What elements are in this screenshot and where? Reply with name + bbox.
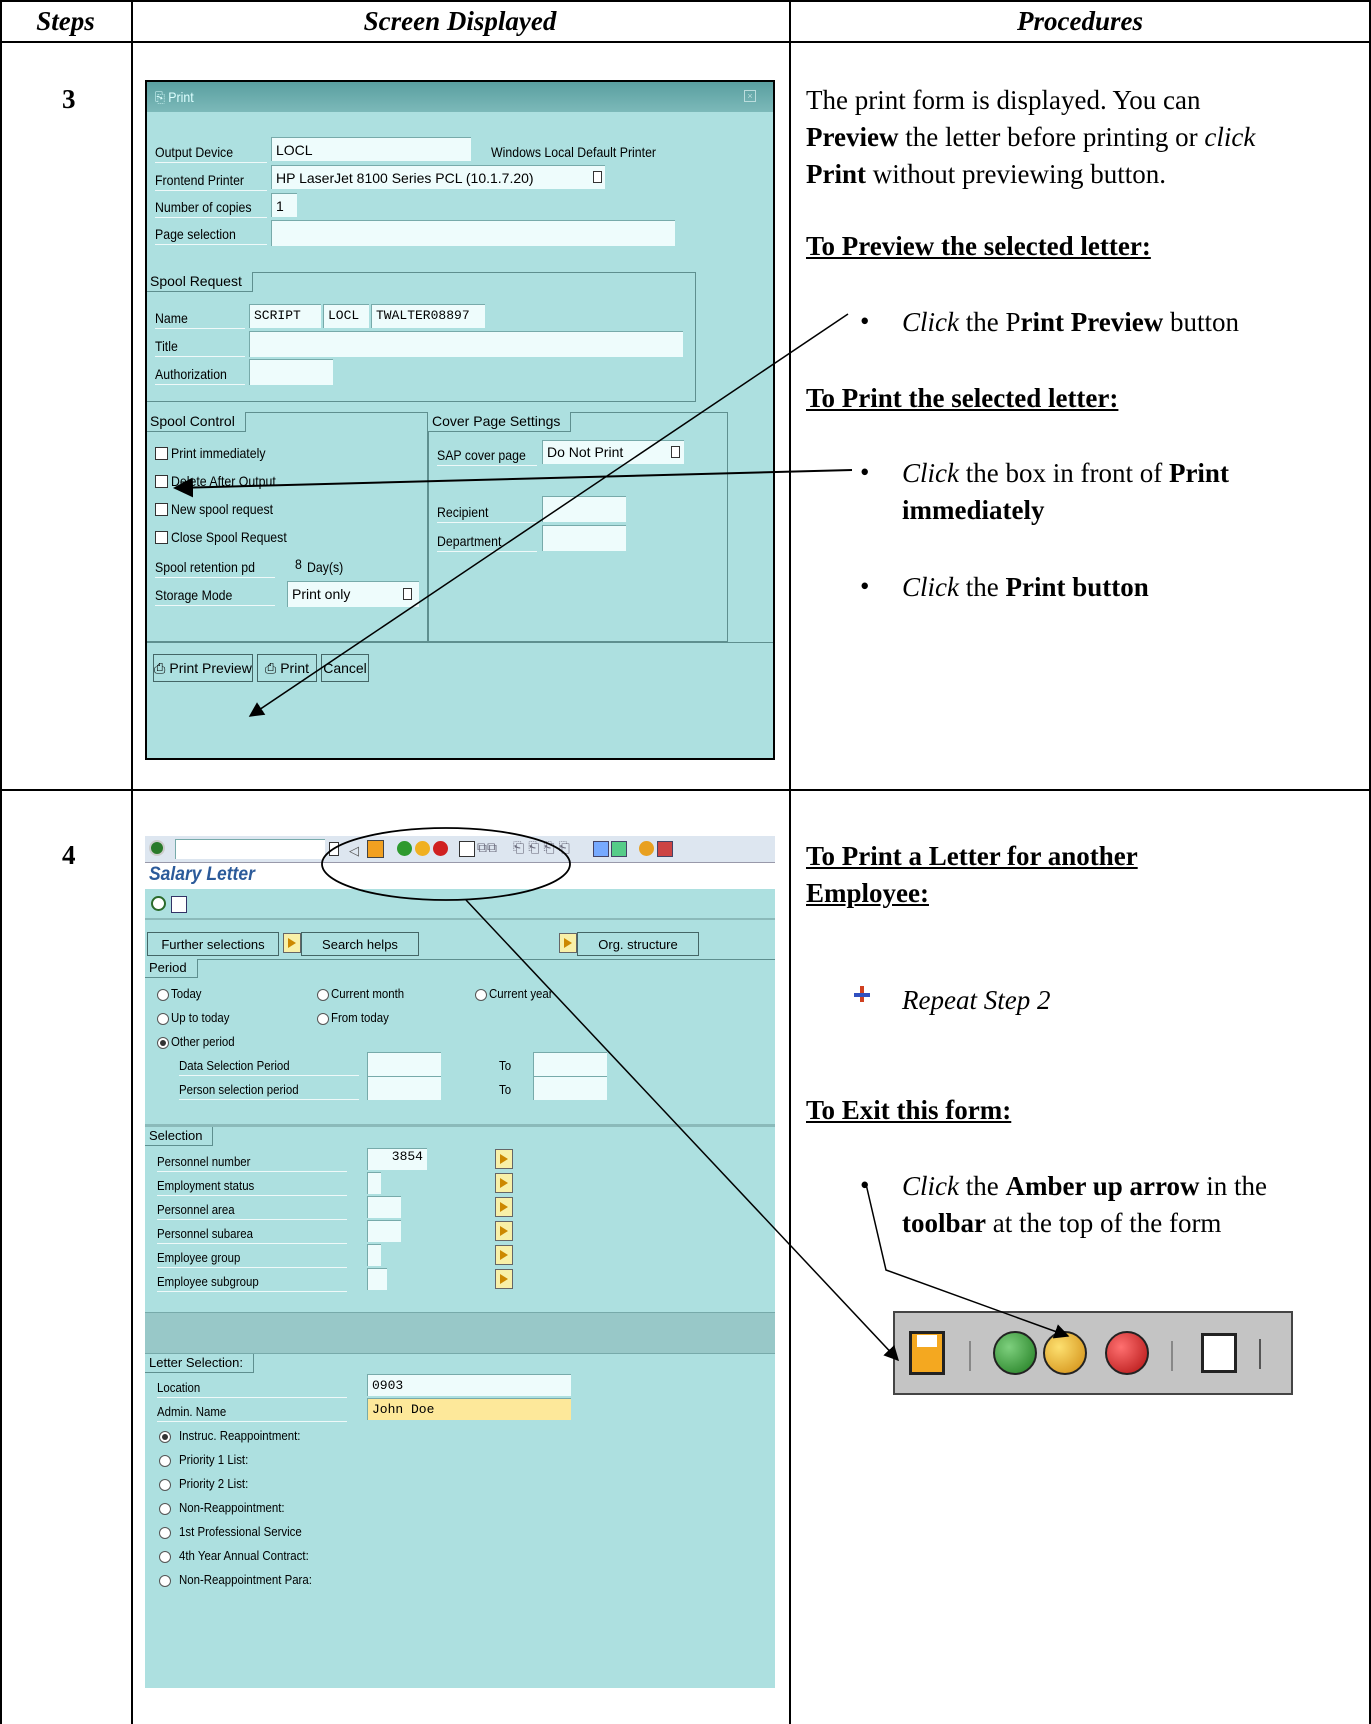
- annotation-overlay: [173, 313, 1070, 1362]
- arrow-to-print-preview: [248, 313, 849, 717]
- toolbar-highlight-ellipse: [321, 827, 571, 901]
- arrow-to-amber-up-arrow: [865, 1183, 1070, 1339]
- arrow-to-toolbar-zoom: [465, 899, 900, 1362]
- arrow-to-print-immediately: [173, 469, 853, 498]
